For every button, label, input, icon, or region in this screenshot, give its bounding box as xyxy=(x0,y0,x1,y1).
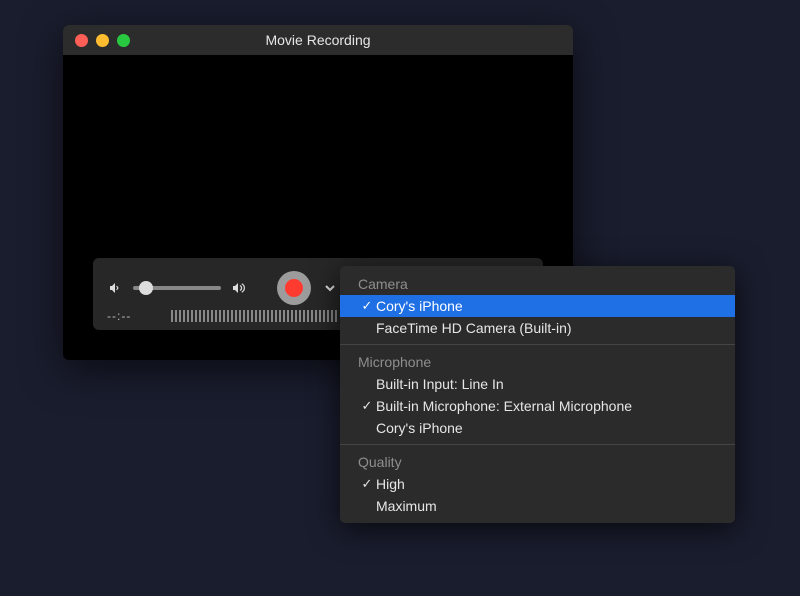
record-button[interactable] xyxy=(277,271,311,305)
check-icon: ✓ xyxy=(358,398,376,414)
elapsed-time: --:-- xyxy=(107,309,155,323)
menu-item-label: Cory's iPhone xyxy=(376,298,717,314)
check-icon: ✓ xyxy=(358,476,376,492)
options-dropdown-button[interactable] xyxy=(323,281,337,295)
menu-item-mic-external[interactable]: ✓ Built-in Microphone: External Micropho… xyxy=(340,395,735,417)
menu-item-label: Maximum xyxy=(376,498,717,514)
menu-item-label: High xyxy=(376,476,717,492)
menu-heading-microphone: Microphone xyxy=(340,350,735,373)
menu-separator xyxy=(340,444,735,445)
zoom-icon[interactable] xyxy=(117,34,130,47)
options-menu[interactable]: Camera ✓ Cory's iPhone FaceTime HD Camer… xyxy=(340,266,735,523)
volume-high-icon xyxy=(231,280,249,296)
titlebar[interactable]: Movie Recording xyxy=(63,25,573,55)
menu-item-quality-maximum[interactable]: Maximum xyxy=(340,495,735,517)
traffic-lights xyxy=(63,34,130,47)
check-icon: ✓ xyxy=(358,298,376,314)
menu-item-mic-linein[interactable]: Built-in Input: Line In xyxy=(340,373,735,395)
minimize-icon[interactable] xyxy=(96,34,109,47)
volume-low-icon xyxy=(107,280,123,296)
volume-thumb[interactable] xyxy=(139,281,153,295)
menu-item-label: FaceTime HD Camera (Built-in) xyxy=(376,320,717,336)
window-title: Movie Recording xyxy=(63,32,573,48)
menu-item-quality-high[interactable]: ✓ High xyxy=(340,473,735,495)
menu-item-mic-iphone[interactable]: Cory's iPhone xyxy=(340,417,735,439)
record-icon xyxy=(285,279,303,297)
menu-item-label: Built-in Input: Line In xyxy=(376,376,717,392)
menu-heading-quality: Quality xyxy=(340,450,735,473)
menu-item-label: Cory's iPhone xyxy=(376,420,717,436)
menu-item-label: Built-in Microphone: External Microphone xyxy=(376,398,717,414)
close-icon[interactable] xyxy=(75,34,88,47)
volume-slider[interactable] xyxy=(133,286,221,290)
menu-item-camera-iphone[interactable]: ✓ Cory's iPhone xyxy=(340,295,735,317)
audio-level-meter xyxy=(171,310,337,322)
menu-separator xyxy=(340,344,735,345)
menu-heading-camera: Camera xyxy=(340,272,735,295)
menu-item-camera-facetime[interactable]: FaceTime HD Camera (Built-in) xyxy=(340,317,735,339)
